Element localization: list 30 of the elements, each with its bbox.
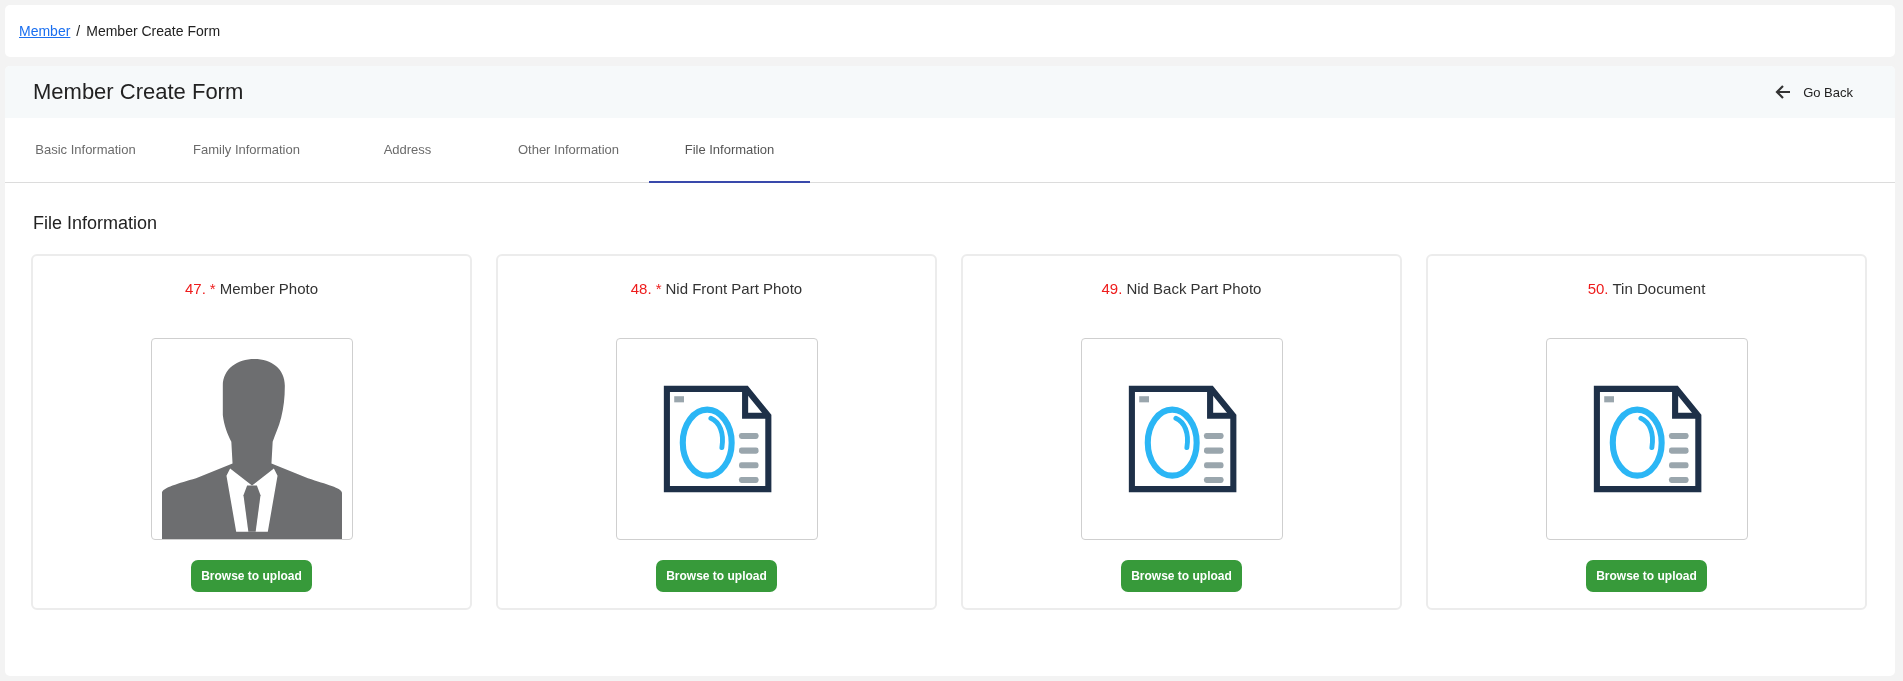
field-label: Nid Front Part Photo — [665, 280, 803, 297]
tab[interactable]: Other Information — [488, 118, 649, 183]
upload-button[interactable]: Browse to upload — [1121, 560, 1242, 592]
upload-button[interactable]: Browse to upload — [191, 560, 312, 592]
tab[interactable]: Address — [327, 118, 488, 183]
field-label: Tin Document — [1612, 280, 1706, 297]
go-back-button[interactable]: Go Back — [1775, 84, 1853, 100]
upload-button[interactable]: Browse to upload — [656, 560, 777, 592]
person-silhouette-icon — [161, 359, 342, 539]
document-image-icon — [1126, 384, 1237, 494]
tab[interactable]: Family Information — [166, 118, 327, 183]
tab[interactable]: File Information — [649, 118, 810, 183]
field-number: 48. — [630, 280, 652, 297]
required-asterisk: * — [655, 280, 662, 297]
field-label: Nid Back Part Photo — [1126, 280, 1262, 297]
tab[interactable]: Basic Information — [5, 118, 166, 183]
field-number: 47. — [184, 280, 206, 297]
field-number: 49. — [1101, 280, 1123, 297]
page-title: Member Create Form — [33, 79, 244, 105]
field-label: Member Photo — [219, 280, 319, 297]
back-arrow-icon — [1775, 85, 1792, 99]
section-title: File Information — [33, 213, 159, 234]
breadcrumb-separator: / — [76, 23, 81, 39]
field-number: 50. — [1587, 280, 1609, 297]
breadcrumb-current: Member Create Form — [86, 23, 221, 39]
upload-button[interactable]: Browse to upload — [1586, 560, 1707, 592]
required-asterisk: * — [209, 280, 216, 297]
document-image-icon — [1591, 384, 1702, 494]
breadcrumb-link[interactable]: Member — [19, 23, 71, 39]
document-image-icon — [661, 384, 772, 494]
